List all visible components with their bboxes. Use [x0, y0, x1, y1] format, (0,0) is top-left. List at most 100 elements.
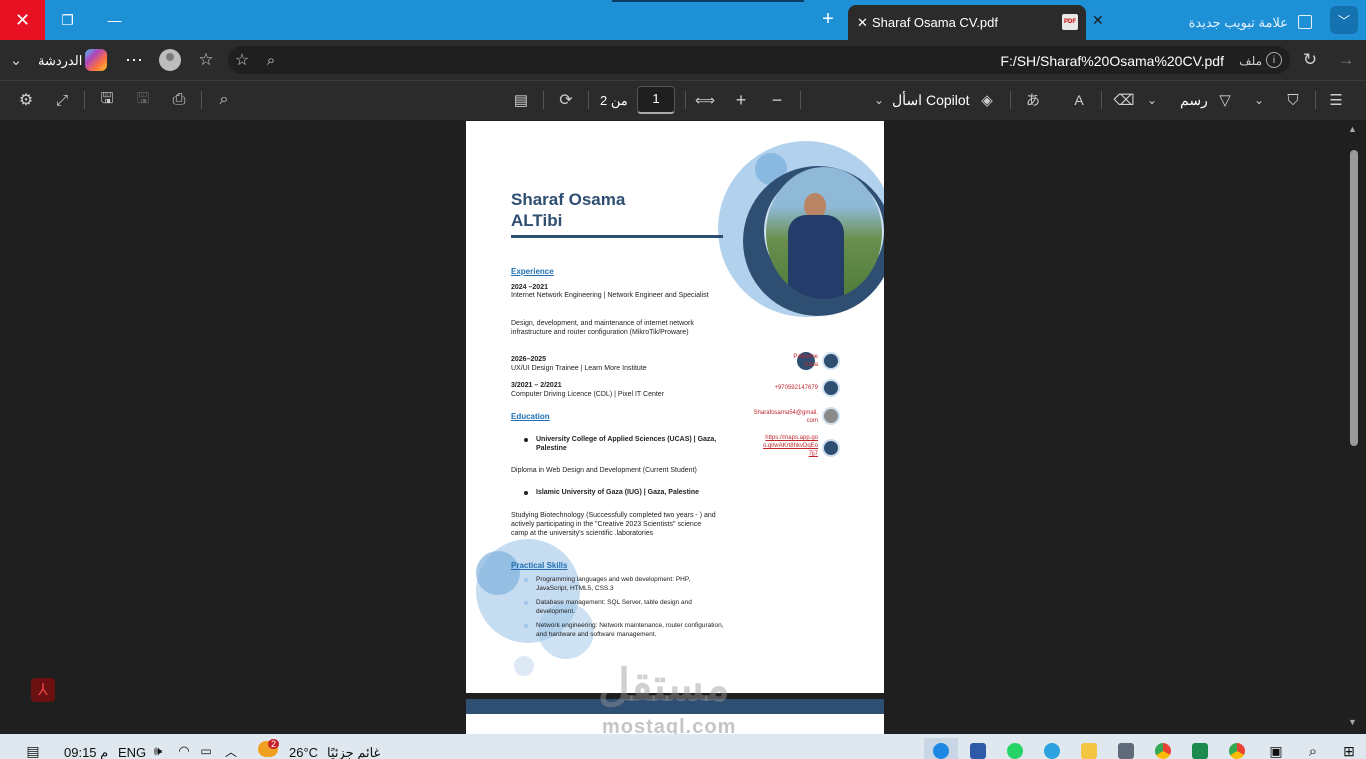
file-explorer-icon[interactable] [1081, 743, 1097, 759]
find-search-icon[interactable]: ⌕ [214, 90, 234, 110]
window-minimize-button[interactable]: — [92, 0, 137, 40]
copilot-pdf-icon[interactable]: ◈ [977, 90, 997, 110]
weather-badge: 2 [268, 739, 280, 749]
tab-actions-menu[interactable]: ﹀ [1330, 6, 1358, 34]
bullet [524, 491, 528, 495]
exp3-date: 3/2021 – 2/2021 [511, 382, 562, 389]
task-view-icon[interactable]: ▣ [1268, 743, 1284, 759]
inactive-tab-close-icon[interactable]: ✕ [1092, 12, 1104, 29]
bullet [524, 578, 528, 582]
show-hidden-icons-chevron-icon[interactable]: ︿ [223, 744, 239, 759]
search-icon[interactable]: ⌕ [261, 50, 281, 70]
weather-temperature[interactable]: 26°C [289, 745, 318, 759]
exp2-date: 2026–2025 [511, 356, 547, 363]
acrobat-icon[interactable]: ⅄ [31, 678, 55, 702]
volume-icon[interactable]: 🕪 [150, 743, 166, 758]
skill-3: Network engineering: Network maintenance… [536, 622, 724, 638]
app-icon[interactable] [1192, 743, 1208, 759]
edge-browser-icon[interactable] [933, 743, 949, 759]
chevron-down-icon[interactable]: ⌄ [8, 52, 24, 69]
contact-email: Sharafosama54@gmail. com [754, 409, 818, 425]
contact-location: Palestine Gaza [793, 353, 818, 369]
scrollbar-thumb[interactable] [1350, 150, 1358, 446]
add-favorite-star-icon[interactable]: ☆ [232, 50, 252, 70]
calculator-icon[interactable] [1118, 743, 1134, 759]
highlight-icon[interactable]: ⛉ [1283, 90, 1303, 110]
fit-width-icon[interactable]: ⟺ [695, 90, 715, 110]
table-of-contents-icon[interactable]: ☰ [1326, 90, 1346, 110]
email-icon [822, 407, 840, 425]
chrome-profile-icon[interactable] [1229, 743, 1245, 759]
chevron-down-icon[interactable]: ⌄ [1252, 92, 1266, 108]
translate-icon[interactable]: あ [1023, 90, 1043, 110]
rotate-icon[interactable]: ⟳ [556, 90, 576, 110]
eraser-icon[interactable]: ⌫ [1113, 90, 1134, 110]
notifications-icon[interactable]: ▤ [24, 743, 42, 759]
scroll-down-arrow-icon[interactable]: ▼ [1348, 717, 1357, 727]
contact-map-link[interactable]: https://maps.app.go o.gl/wAKrt8hkvDqEo 7… [763, 434, 818, 458]
ask-copilot-label[interactable]: اسأل Copilot [892, 92, 970, 109]
start-windows-icon[interactable]: ⊞ [1341, 743, 1357, 759]
tab-active[interactable]: ✕ Sharaf Osama CV.pdf PDF [848, 5, 1086, 40]
profile-photo [766, 167, 882, 299]
clock-time[interactable]: 09:15 م [64, 745, 108, 759]
draw-label[interactable]: رسم [1180, 92, 1208, 109]
pdf-toolbar [0, 80, 1366, 120]
cv-name-line2: ALTibi [511, 211, 563, 230]
bullet [524, 438, 528, 442]
page-number-input[interactable]: 1 [637, 86, 675, 114]
telegram-icon[interactable] [1044, 743, 1060, 759]
fullscreen-icon[interactable]: ⤢ [52, 90, 72, 110]
refresh-icon[interactable]: ↻ [1300, 50, 1320, 70]
new-tab-button[interactable]: + [816, 8, 840, 32]
more-options-icon[interactable]: ⋯ [124, 50, 144, 70]
copilot-chat-label[interactable]: الدردشة [38, 53, 82, 69]
weather-condition[interactable]: غائم جزئيًا [327, 745, 380, 759]
save-as-icon[interactable]: 🖫 [97, 90, 117, 110]
search-icon[interactable]: ⌕ [1305, 743, 1321, 759]
zoom-in-icon[interactable]: + [731, 90, 751, 110]
chevron-down-icon: ﹀ [1337, 13, 1350, 28]
plus-icon: + [822, 8, 834, 30]
contact-email-line2: com [806, 418, 818, 424]
window-restore-button[interactable]: ❐ [45, 0, 90, 40]
whatsapp-icon[interactable] [1007, 743, 1023, 759]
url-text[interactable]: F:/SH/Sharaf%20Osama%20CV.pdf [1000, 53, 1224, 69]
scroll-up-arrow-icon[interactable]: ▲ [1348, 124, 1357, 134]
chrome-icon[interactable] [1155, 743, 1171, 759]
settings-gear-icon[interactable]: ⚙ [16, 90, 36, 110]
draw-pen-icon[interactable]: ▽ [1215, 90, 1235, 110]
tab-close-icon[interactable]: ✕ [857, 15, 868, 31]
window-drag-indicator [612, 0, 804, 2]
map-link-icon [822, 439, 840, 457]
edu2-school: Islamic University of Gaza (IUG) | Gaza,… [536, 489, 700, 496]
tab-inactive[interactable]: علامة تبويب جديدة [1112, 5, 1320, 40]
pdf-file-icon: PDF [1062, 14, 1078, 30]
contact-email-line1: Sharafosama54@gmail. [753, 410, 818, 416]
cv-name-line1: Sharaf Osama [511, 190, 626, 209]
window-close-button[interactable]: ✕ [0, 0, 45, 40]
input-language[interactable]: ENG [118, 745, 146, 759]
bullet [524, 601, 528, 605]
page-view-icon[interactable]: ▤ [511, 90, 531, 110]
copilot-icon[interactable] [85, 49, 107, 71]
chevron-down-icon[interactable]: ⌄ [872, 92, 886, 108]
site-info-icon[interactable]: i [1266, 52, 1282, 68]
battery-icon[interactable]: ▭ [198, 744, 214, 758]
edu1-description: Diploma in Web Design and Development (C… [511, 467, 697, 474]
profile-avatar[interactable] [159, 49, 181, 71]
zoom-out-icon[interactable]: − [767, 90, 787, 110]
new-tab-page-icon [1298, 15, 1312, 29]
exp3-title: Computer Driving Licence (CDL) | Pixel I… [511, 391, 665, 398]
save-icon[interactable]: 🖫 [133, 90, 153, 110]
experience-heading: Experience [511, 267, 554, 276]
read-aloud-icon[interactable]: A︎ [1069, 90, 1089, 110]
favorites-icon[interactable]: ☆ [196, 50, 216, 70]
forward-arrow-icon[interactable]: → [1336, 50, 1356, 70]
edu2-description: Studying Biotechnology (Successfully com… [511, 512, 716, 537]
print-icon[interactable]: ⎙ [169, 90, 189, 110]
contact-phone: +970592147679 [774, 385, 818, 391]
wifi-icon[interactable]: ◠ [176, 743, 192, 758]
chevron-down-icon[interactable]: ⌄ [1145, 92, 1159, 108]
vscode-icon[interactable] [970, 743, 986, 759]
